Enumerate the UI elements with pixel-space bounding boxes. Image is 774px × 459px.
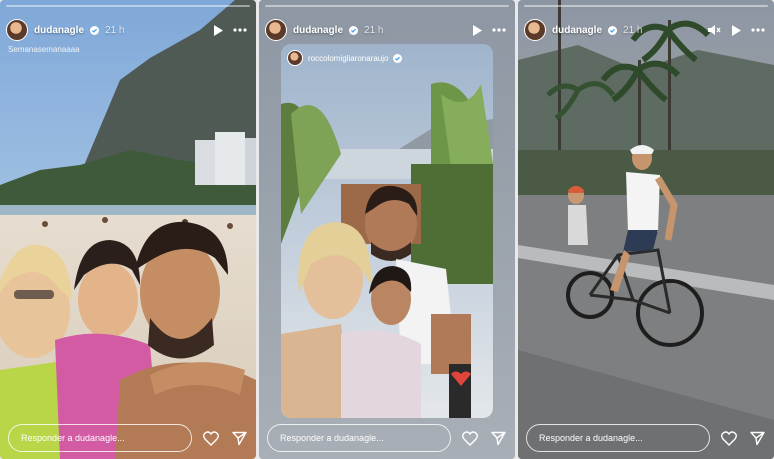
story-panel-1[interactable]: dudanagle 21 h Semanasemanaaaa Responder…: [0, 0, 256, 459]
story-progress-bar: [265, 5, 509, 7]
story-panel-2[interactable]: roccolomigliaronaraujo dudanagle 21 h Re…: [259, 0, 515, 459]
story-1-photo: [0, 0, 256, 459]
shared-post-card[interactable]: roccolomigliaronaraujo: [281, 44, 493, 418]
reply-input[interactable]: Responder a dudanagle...: [526, 424, 710, 452]
more-options-icon[interactable]: [491, 22, 507, 38]
avatar[interactable]: [524, 19, 546, 41]
shared-post-photo: [281, 44, 493, 418]
shared-username[interactable]: roccolomigliaronaraujo: [308, 54, 388, 63]
story-header: dudanagle 21 h: [6, 17, 248, 43]
story-panel-3[interactable]: dudanagle 21 h Responder a dudanagle...: [518, 0, 774, 459]
story-footer: Responder a dudanagle...: [526, 423, 766, 453]
story-header: dudanagle 21 h: [524, 17, 766, 43]
heart-icon[interactable]: [202, 429, 220, 447]
verified-badge-icon: [349, 25, 359, 35]
username[interactable]: dudanagle: [293, 25, 343, 36]
story-footer: Responder a dudanagle...: [267, 423, 507, 453]
avatar[interactable]: [6, 19, 28, 41]
play-icon[interactable]: [210, 22, 226, 38]
send-icon[interactable]: [230, 429, 248, 447]
heart-icon[interactable]: [461, 429, 479, 447]
stories-viewer: dudanagle 21 h Semanasemanaaaa Responder…: [0, 0, 774, 459]
story-3-photo: [518, 0, 774, 459]
story-header: dudanagle 21 h: [265, 17, 507, 43]
more-options-icon[interactable]: [232, 22, 248, 38]
story-timestamp: 21 h: [105, 24, 125, 36]
shared-avatar[interactable]: [287, 50, 303, 66]
story-subtitle: Semanasemanaaaa: [8, 45, 80, 54]
verified-badge-icon: [90, 25, 100, 35]
play-icon[interactable]: [469, 22, 485, 38]
story-timestamp: 21 h: [364, 24, 384, 36]
send-icon[interactable]: [748, 429, 766, 447]
heart-icon[interactable]: [720, 429, 738, 447]
shared-post-header: roccolomigliaronaraujo: [287, 50, 403, 66]
reply-input[interactable]: Responder a dudanagle...: [8, 424, 192, 452]
username[interactable]: dudanagle: [34, 25, 84, 36]
mute-icon[interactable]: [706, 22, 722, 38]
verified-badge-icon: [608, 25, 618, 35]
story-progress-bar: [6, 5, 250, 7]
more-options-icon[interactable]: [750, 22, 766, 38]
username[interactable]: dudanagle: [552, 25, 602, 36]
story-progress-bar: [524, 5, 768, 7]
reply-input[interactable]: Responder a dudanagle...: [267, 424, 451, 452]
play-icon[interactable]: [728, 22, 744, 38]
verified-badge-icon: [393, 53, 403, 63]
story-timestamp: 21 h: [623, 24, 643, 36]
story-footer: Responder a dudanagle...: [8, 423, 248, 453]
avatar[interactable]: [265, 19, 287, 41]
send-icon[interactable]: [489, 429, 507, 447]
